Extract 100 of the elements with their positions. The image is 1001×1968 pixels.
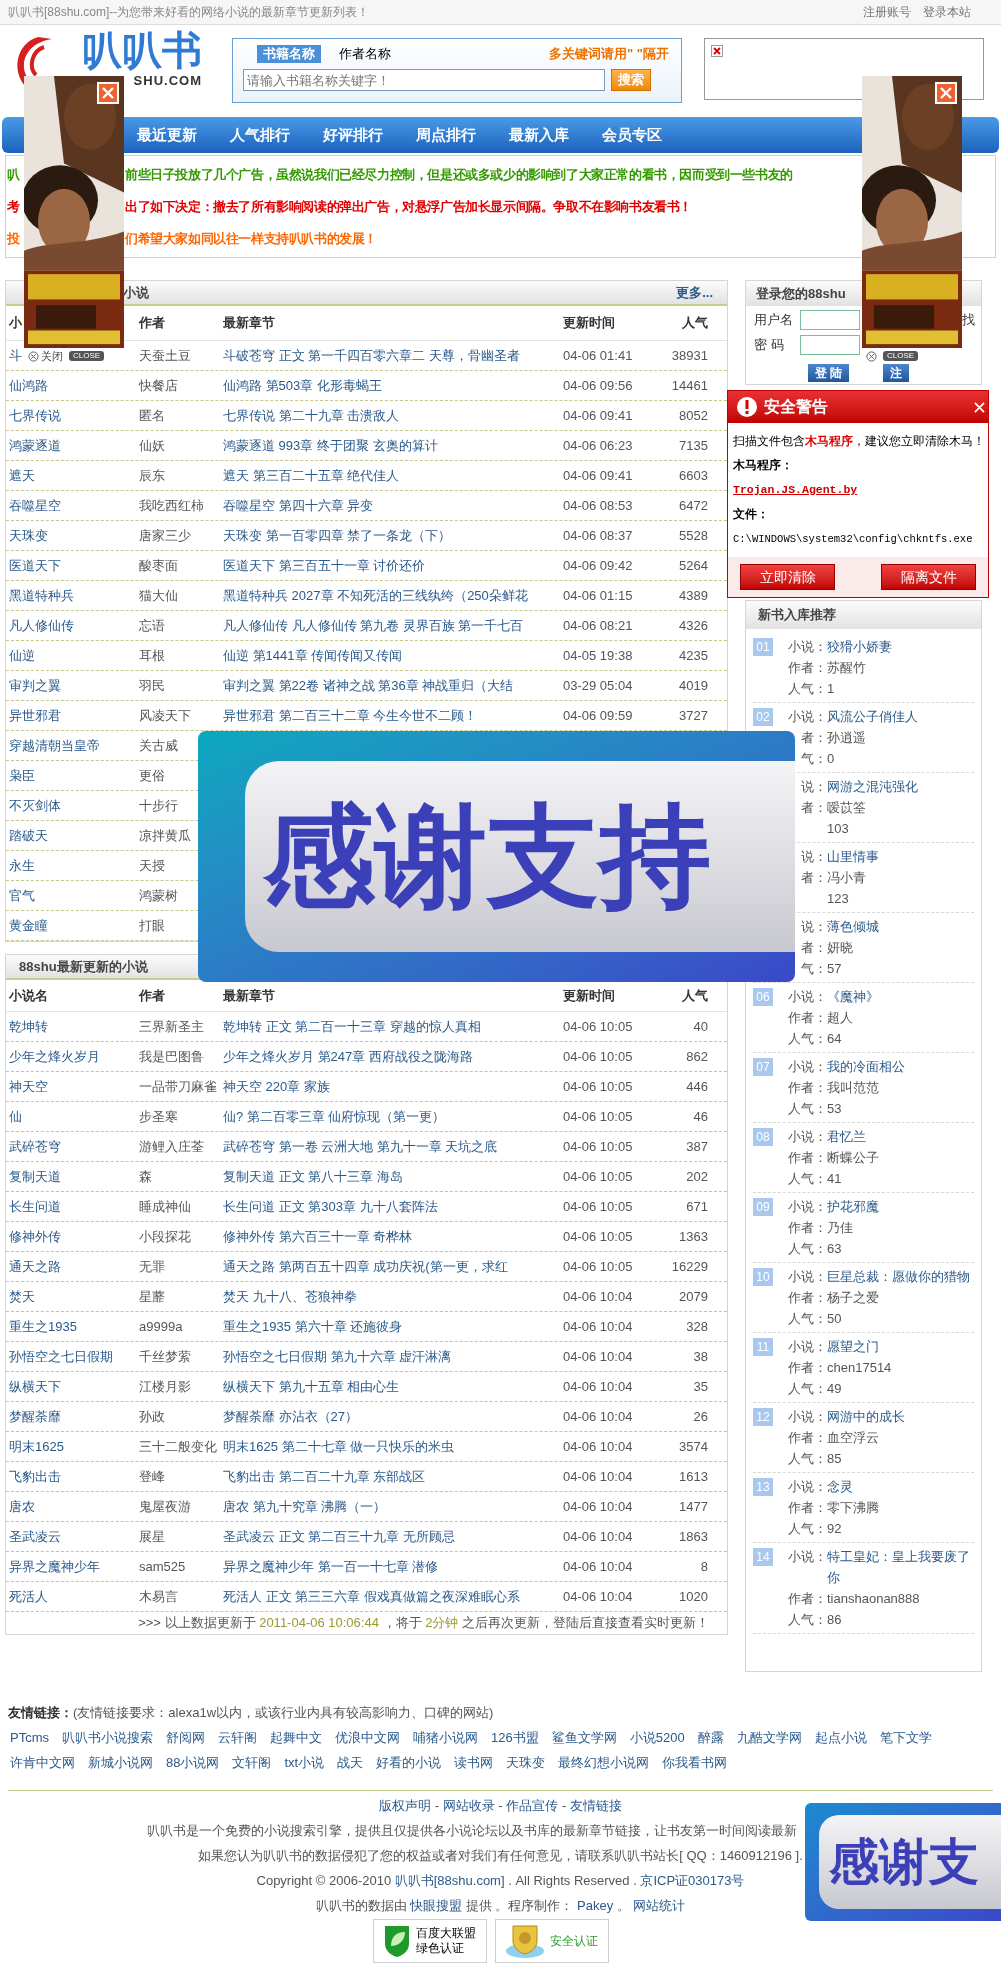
novel-name[interactable]: 梦醒荼靡	[9, 1408, 61, 1424]
novel-name[interactable]: 重生之1935	[9, 1318, 77, 1334]
novel-name[interactable]: 修神外传	[9, 1228, 61, 1244]
book-title[interactable]: 薄色倾城	[827, 916, 879, 937]
chapter-link[interactable]: 仙逆 第1441章 传闻传闻又传闻	[223, 647, 403, 663]
novel-name[interactable]: 焚天	[9, 1288, 35, 1304]
password-field[interactable]	[800, 335, 860, 355]
novel-name[interactable]: 唐农	[9, 1498, 35, 1514]
book-title[interactable]: 君忆兰	[827, 1126, 866, 1147]
novel-name[interactable]: 仙逆	[9, 647, 35, 663]
chapter-link[interactable]: 鸿蒙逐道 993章 终于团聚 玄奥的算计	[223, 437, 438, 453]
friend-link[interactable]: 醉露	[697, 1725, 724, 1750]
book-title[interactable]: 网游之混沌强化	[827, 776, 918, 797]
chapter-link[interactable]: 吞噬星空 第四十六章 异变	[223, 497, 374, 513]
friend-link[interactable]: 文轩阁	[232, 1750, 272, 1775]
footer-link[interactable]: 网站统计	[633, 1898, 686, 1913]
nav-link[interactable]: 会员专区	[602, 123, 662, 147]
novel-name[interactable]: 天珠变	[9, 527, 48, 543]
book-title[interactable]: 愿望之门	[827, 1336, 879, 1357]
certification-badge[interactable]: 安全认证	[494, 1919, 609, 1963]
chapter-link[interactable]: 仙鸿路 第503章 化形毒蝎王	[223, 377, 382, 393]
friend-link[interactable]: 云轩阁	[218, 1725, 257, 1750]
close-icon[interactable]	[866, 350, 877, 362]
chapter-link[interactable]: 明末1625 第二十七章 做一只快乐的米虫	[223, 1438, 455, 1454]
novel-name[interactable]: 武碎苍穹	[9, 1138, 61, 1154]
friend-link[interactable]: 读书网	[454, 1750, 494, 1775]
chapter-link[interactable]: 纵横天下 第九十五章 相由心生	[223, 1378, 400, 1394]
novel-name[interactable]: 通天之路	[9, 1258, 61, 1274]
novel-name[interactable]: 异界之魔神少年	[9, 1558, 100, 1574]
book-title[interactable]: 巨星总裁：愿做你的猎物	[827, 1266, 970, 1287]
chapter-link[interactable]: 圣武凌云 正文 第二百三十九章 无所顾忌	[223, 1528, 455, 1544]
header-link[interactable]: 注册账号	[863, 3, 911, 21]
chapter-link[interactable]: 斗破苍穹 正文 第一千四百零六章二 天尊，骨幽圣者	[223, 347, 520, 363]
novel-name[interactable]: 仙鸿路	[9, 377, 48, 393]
chapter-link[interactable]: 梦醒荼靡 亦沾衣（27）	[223, 1408, 359, 1424]
chapter-link[interactable]: 孙悟空之七日假期 第九十六章 虚汗淋漓	[223, 1348, 452, 1364]
close-icon[interactable]	[28, 350, 39, 362]
chapter-link[interactable]: 长生问道 正文 第303章 九十八套阵法	[223, 1198, 438, 1214]
more-link[interactable]: 更多...	[676, 282, 713, 303]
novel-name[interactable]: 斗	[9, 347, 22, 363]
footer-link[interactable]: Pakey	[577, 1898, 614, 1913]
chapter-link[interactable]: 凡人修仙传 凡人修仙传 第九卷 灵界百族 第一千七百	[223, 617, 524, 633]
book-title[interactable]: 网游中的成长	[827, 1406, 905, 1427]
chapter-link[interactable]: 仙? 第二百零三章 仙府惊现（第一更）	[223, 1108, 446, 1124]
book-title[interactable]: 念灵	[827, 1476, 853, 1497]
chapter-link[interactable]: 飞豹出击 第二百二十九章 东部战区	[223, 1468, 426, 1484]
novel-name[interactable]: 仙	[9, 1108, 22, 1124]
book-title[interactable]: 风流公子俏佳人	[827, 706, 918, 727]
novel-name[interactable]: 黄金瞳	[9, 917, 48, 933]
book-title[interactable]: 护花邪魔	[827, 1196, 879, 1217]
login-button[interactable]: 注	[883, 364, 910, 382]
certification-badge[interactable]: 百度大联盟 绿色认证	[372, 1919, 487, 1963]
book-title[interactable]: 《魔神》	[827, 986, 879, 1007]
novel-name[interactable]: 踏破天	[9, 827, 48, 843]
chapter-link[interactable]: 神天空 220章 家族	[223, 1078, 330, 1094]
nav-link[interactable]: 最近更新	[137, 123, 197, 147]
novel-name[interactable]: 不灭剑体	[9, 797, 61, 813]
friend-link[interactable]: txt小说	[284, 1750, 325, 1775]
novel-name[interactable]: 少年之烽火岁月	[9, 1048, 100, 1064]
novel-name[interactable]: 穿越清朝当皇帝	[9, 737, 100, 753]
close-button[interactable]	[972, 400, 986, 414]
friend-link[interactable]: 最终幻想小说网	[558, 1750, 650, 1775]
chapter-link[interactable]: 死活人 正文 第三三六章 假戏真做篇之夜深难眠心系	[223, 1588, 520, 1604]
nav-link[interactable]: 周点排行	[416, 123, 476, 147]
chapter-link[interactable]: 异世邪君 第二百三十二章 今生今世不二顾！	[223, 707, 478, 723]
footer-link[interactable]: 版权声明	[379, 1798, 432, 1813]
friend-link[interactable]: 126书盟	[491, 1725, 539, 1750]
chapter-link[interactable]: 七界传说 第二十九章 击溃敌人	[223, 407, 400, 423]
dialog-button[interactable]: 隔离文件	[881, 564, 976, 590]
chapter-link[interactable]: 异界之魔神少年 第一百一十七章 潜修	[223, 1558, 439, 1574]
chapter-link[interactable]: 通天之路 第两百五十四章 成功庆祝(第一更，求红	[223, 1258, 508, 1274]
novel-name[interactable]: 鸿蒙逐道	[9, 437, 61, 453]
friend-link[interactable]: 鲨鱼文学网	[551, 1725, 617, 1750]
footer-link[interactable]: 叭叭书[88shu.com]	[394, 1873, 505, 1888]
novel-name[interactable]: 永生	[9, 857, 35, 873]
chapter-link[interactable]: 复制天道 正文 第八十三章 海岛	[223, 1168, 403, 1184]
book-title[interactable]: 特工皇妃：皇上我要废了你	[827, 1546, 974, 1588]
friend-link[interactable]: 九酷文学网	[736, 1725, 802, 1750]
friend-link[interactable]: 起舞中文	[270, 1725, 322, 1750]
friend-link[interactable]: 战天	[337, 1750, 364, 1775]
novel-name[interactable]: 乾坤转	[9, 1018, 48, 1034]
chapter-link[interactable]: 武碎苍穹 第一卷 云洲大地 第九十一章 天坑之底	[223, 1138, 498, 1154]
chapter-link[interactable]: 天珠变 第一百零四章 禁了一条龙（下）	[223, 527, 452, 543]
nav-link[interactable]: 好评排行	[323, 123, 383, 147]
friend-link[interactable]: 好看的小说	[376, 1750, 442, 1775]
close-badge[interactable]: CLOSE	[883, 351, 919, 361]
username-field[interactable]	[800, 310, 860, 330]
friend-link[interactable]: 许肯中文网	[10, 1750, 75, 1775]
close-badge[interactable]: CLOSE	[69, 351, 105, 361]
novel-name[interactable]: 吞噬星空	[9, 497, 61, 513]
nav-link[interactable]: 最新入库	[509, 123, 569, 147]
footer-link[interactable]: 网站收录	[442, 1798, 495, 1813]
novel-name[interactable]: 官气	[9, 887, 35, 903]
novel-name[interactable]: 遮天	[9, 467, 35, 483]
friend-link[interactable]: 88小说网	[166, 1750, 220, 1775]
chapter-link[interactable]: 医道天下 第三百五十一章 讨价还价	[223, 557, 426, 573]
chapter-link[interactable]: 黑道特种兵 2027章 不知死活的三线纨绔（250朵鲜花	[223, 587, 528, 603]
novel-name[interactable]: 七界传说	[9, 407, 61, 423]
friend-link[interactable]: 笔下文学	[879, 1725, 932, 1750]
chapter-link[interactable]: 唐农 第九十究章 沸腾（一）	[223, 1498, 387, 1514]
